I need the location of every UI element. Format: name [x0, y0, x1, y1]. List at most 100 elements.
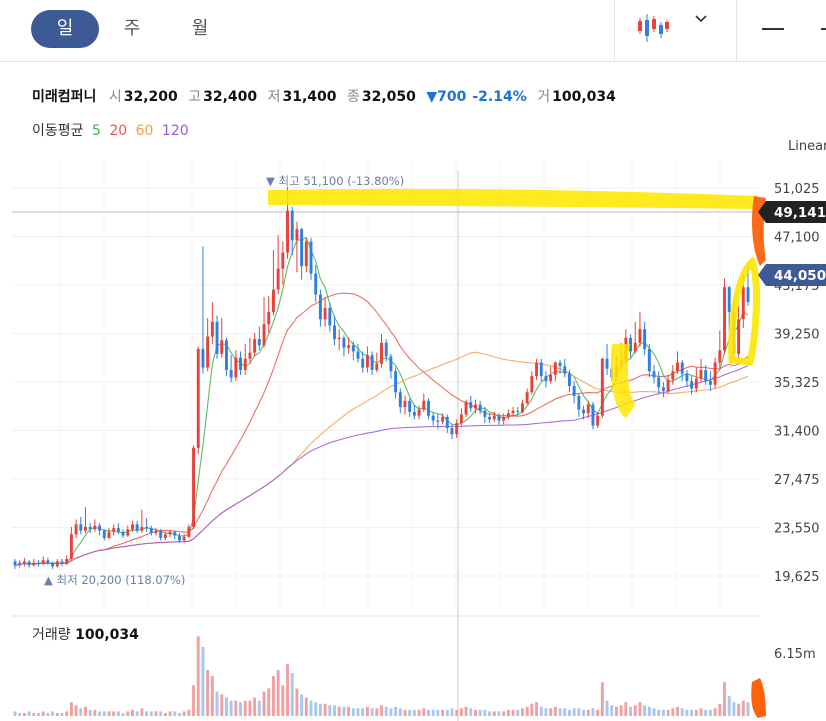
- candle-body[interactable]: [168, 531, 172, 535]
- candle-body[interactable]: [196, 348, 200, 448]
- candle-body[interactable]: [394, 371, 398, 393]
- candle-body[interactable]: [239, 357, 242, 370]
- candle-body[interactable]: [22, 561, 26, 564]
- candle-body[interactable]: [187, 526, 191, 537]
- candle-body[interactable]: [506, 413, 510, 417]
- candle-body[interactable]: [412, 411, 416, 416]
- candle-body[interactable]: [149, 528, 153, 534]
- candle-body[interactable]: [492, 415, 496, 420]
- candle-body[interactable]: [140, 526, 144, 531]
- candle-body[interactable]: [135, 524, 139, 531]
- candle-body[interactable]: [351, 345, 355, 352]
- candle-body[interactable]: [553, 362, 557, 375]
- candle-body[interactable]: [159, 530, 163, 539]
- tab-daily[interactable]: 일: [31, 10, 99, 48]
- candle-body[interactable]: [671, 371, 675, 380]
- candle-body[interactable]: [746, 287, 750, 302]
- candle-body[interactable]: [389, 356, 393, 372]
- candle-body[interactable]: [154, 530, 158, 534]
- candle-body[interactable]: [638, 329, 642, 343]
- candle-body[interactable]: [544, 376, 548, 382]
- candle-body[interactable]: [257, 339, 261, 346]
- candle-body[interactable]: [163, 534, 167, 539]
- candle-body[interactable]: [450, 428, 454, 435]
- candle-body[interactable]: [79, 524, 83, 531]
- candle-body[interactable]: [417, 409, 421, 416]
- candle-body[interactable]: [657, 377, 661, 388]
- candle-body[interactable]: [93, 525, 97, 530]
- candle-body[interactable]: [643, 329, 647, 349]
- candle-body[interactable]: [539, 362, 543, 377]
- candle-body[interactable]: [591, 404, 595, 426]
- candle-body[interactable]: [727, 287, 731, 312]
- candle-body[interactable]: [46, 560, 50, 563]
- candle-body[interactable]: [337, 337, 341, 340]
- candle-body[interactable]: [422, 400, 426, 410]
- candle-body[interactable]: [483, 410, 487, 417]
- candle-body[interactable]: [220, 340, 224, 354]
- candle-body[interactable]: [131, 524, 134, 530]
- candle-body[interactable]: [365, 355, 369, 368]
- candle-body[interactable]: [427, 400, 430, 416]
- candle-body[interactable]: [116, 528, 120, 532]
- candle-body[interactable]: [27, 561, 31, 566]
- candle-body[interactable]: [98, 525, 102, 531]
- candle-body[interactable]: [549, 374, 553, 382]
- candle-body[interactable]: [676, 362, 679, 372]
- candle-body[interactable]: [309, 241, 313, 274]
- candle-body[interactable]: [290, 210, 294, 241]
- candlestick-chart-icon[interactable]: [636, 12, 670, 44]
- candle-body[interactable]: [145, 526, 149, 529]
- candle-body[interactable]: [741, 287, 745, 320]
- candle-body[interactable]: [530, 376, 534, 393]
- candle-body[interactable]: [680, 362, 684, 374]
- moving-average-legend[interactable]: 이동평균 5 20 60 120: [32, 120, 189, 140]
- candle-body[interactable]: [271, 289, 275, 312]
- candle-body[interactable]: [41, 560, 45, 564]
- candle-body[interactable]: [206, 336, 210, 368]
- candle-body[interactable]: [516, 410, 520, 412]
- candle-body[interactable]: [464, 402, 468, 415]
- candle-body[interactable]: [699, 369, 703, 379]
- candle-body[interactable]: [248, 352, 252, 359]
- candle-body[interactable]: [666, 379, 670, 391]
- candle-body[interactable]: [314, 273, 318, 295]
- candle-body[interactable]: [431, 415, 435, 421]
- candle-body[interactable]: [408, 400, 412, 412]
- candle-body[interactable]: [708, 381, 712, 385]
- candle-body[interactable]: [253, 339, 257, 353]
- candle-body[interactable]: [276, 268, 280, 290]
- candle-body[interactable]: [300, 229, 304, 267]
- candle-body[interactable]: [65, 559, 69, 564]
- candle-body[interactable]: [234, 357, 238, 378]
- candle-body[interactable]: [511, 410, 515, 414]
- candle-body[interactable]: [177, 535, 181, 541]
- candle-body[interactable]: [567, 373, 571, 387]
- candle-body[interactable]: [685, 373, 689, 382]
- candle-body[interactable]: [304, 241, 308, 267]
- candle-body[interactable]: [229, 369, 233, 378]
- candle-body[interactable]: [328, 308, 332, 326]
- candle-body[interactable]: [488, 416, 492, 420]
- candle-body[interactable]: [718, 350, 722, 363]
- candle-body[interactable]: [375, 363, 379, 370]
- candle-body[interactable]: [267, 311, 271, 325]
- candle-body[interactable]: [474, 404, 477, 409]
- tab-weekly[interactable]: 주: [98, 10, 166, 48]
- candle-body[interactable]: [262, 324, 266, 346]
- candle-body[interactable]: [69, 534, 73, 560]
- candle-body[interactable]: [441, 416, 445, 422]
- candle-body[interactable]: [342, 337, 346, 348]
- candle-body[interactable]: [502, 416, 506, 421]
- candle-body[interactable]: [18, 562, 22, 564]
- candle-body[interactable]: [37, 562, 40, 564]
- candle-body[interactable]: [633, 342, 637, 352]
- candle-body[interactable]: [347, 345, 351, 348]
- candle-body[interactable]: [370, 355, 374, 370]
- candle-body[interactable]: [215, 321, 219, 354]
- candle-body[interactable]: [478, 404, 482, 411]
- candle-body[interactable]: [558, 362, 562, 367]
- candle-body[interactable]: [126, 529, 130, 536]
- candle-body[interactable]: [459, 414, 463, 424]
- candle-body[interactable]: [51, 562, 55, 567]
